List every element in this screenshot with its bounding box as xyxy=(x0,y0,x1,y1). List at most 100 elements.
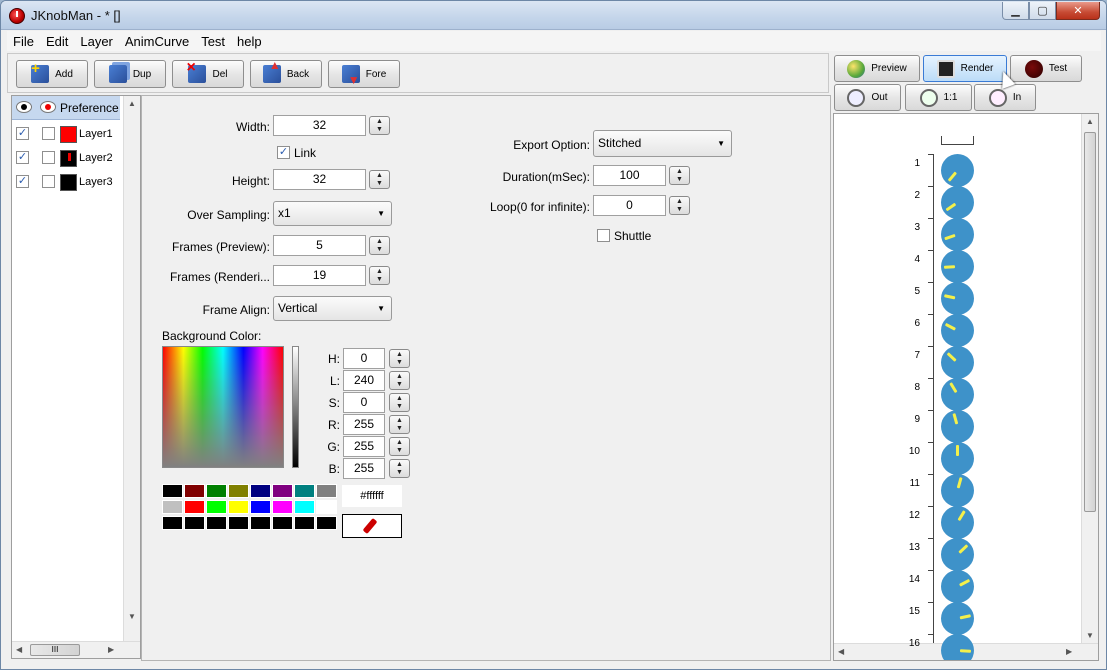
delete-layer-button[interactable]: Del xyxy=(172,59,244,88)
height-spinner[interactable]: ▲ ▼ xyxy=(369,170,390,189)
frames-render-field[interactable]: 19 xyxy=(273,265,366,286)
palette-swatch[interactable] xyxy=(250,484,271,498)
palette-swatch[interactable] xyxy=(184,484,205,498)
palette-swatch[interactable] xyxy=(206,516,227,530)
palette-swatch[interactable] xyxy=(272,484,293,498)
ruler-tick xyxy=(928,250,933,251)
menu-animcurve[interactable]: AnimCurve xyxy=(119,34,195,49)
palette-swatch[interactable] xyxy=(316,500,337,514)
close-button[interactable]: ✕ xyxy=(1056,2,1100,20)
hex-color-value[interactable]: #ffffff xyxy=(342,485,402,507)
oversampling-select[interactable]: x1 ▼ xyxy=(273,201,392,226)
l-field[interactable]: 240 xyxy=(343,370,385,391)
layer-solo-checkbox[interactable] xyxy=(42,127,55,140)
palette-swatch[interactable] xyxy=(294,516,315,530)
r-spinner[interactable]: ▲ ▼ xyxy=(389,415,410,434)
canvas-vertical-scrollbar[interactable]: ▲ ▼ xyxy=(1081,114,1098,644)
move-back-button[interactable]: Back xyxy=(250,58,322,88)
b-field[interactable]: 255 xyxy=(343,458,385,479)
frames-preview-spinner[interactable]: ▲ ▼ xyxy=(369,236,390,255)
eyedropper-button[interactable] xyxy=(342,514,402,538)
palette-swatch[interactable] xyxy=(206,500,227,514)
chevron-down-icon: ▼ xyxy=(377,209,385,218)
palette-swatch[interactable] xyxy=(228,484,249,498)
palette-swatch[interactable] xyxy=(250,500,271,514)
link-checkbox[interactable]: ✓ xyxy=(277,146,290,159)
width-field[interactable]: 32 xyxy=(273,115,366,136)
palette-swatch[interactable] xyxy=(206,484,227,498)
palette-swatch[interactable] xyxy=(316,516,337,530)
b-spinner[interactable]: ▲ ▼ xyxy=(389,459,410,478)
g-field[interactable]: 255 xyxy=(343,436,385,457)
r-field[interactable]: 255 xyxy=(343,414,385,435)
menu-test[interactable]: Test xyxy=(195,34,231,49)
frames-render-spinner[interactable]: ▲ ▼ xyxy=(369,266,390,285)
palette-swatch[interactable] xyxy=(272,516,293,530)
height-field[interactable]: 32 xyxy=(273,169,366,190)
layer-row[interactable]: ✓ Layer1 xyxy=(12,122,120,146)
zoom-in-button[interactable]: In xyxy=(974,84,1036,111)
layer-solo-checkbox[interactable] xyxy=(42,175,55,188)
export-option-select[interactable]: Stitched ▼ xyxy=(593,130,732,157)
loop-field[interactable]: 0 xyxy=(593,195,666,216)
color-spectrum-picker[interactable] xyxy=(162,346,284,468)
menu-help[interactable]: help xyxy=(231,34,268,49)
frame-number: 13 xyxy=(908,542,920,553)
shuttle-checkbox[interactable] xyxy=(597,229,610,242)
preference-row[interactable]: Preference xyxy=(12,96,120,120)
zoom-out-button[interactable]: Out xyxy=(834,84,901,111)
maximize-button[interactable]: ▢ xyxy=(1029,2,1056,20)
palette-swatch[interactable] xyxy=(316,484,337,498)
loop-spinner[interactable]: ▲ ▼ xyxy=(669,196,690,215)
minimize-button[interactable]: ▁ xyxy=(1002,2,1029,20)
layer-visible-checkbox[interactable]: ✓ xyxy=(16,175,29,188)
palette-swatch[interactable] xyxy=(162,500,183,514)
duration-field[interactable]: 100 xyxy=(593,165,666,186)
solo-eye-icon xyxy=(40,101,56,113)
palette-swatch[interactable] xyxy=(162,516,183,530)
l-spinner[interactable]: ▲ ▼ xyxy=(389,371,410,390)
s-field[interactable]: 0 xyxy=(343,392,385,413)
menu-layer[interactable]: Layer xyxy=(74,34,119,49)
luminance-slider[interactable] xyxy=(292,346,299,468)
test-button[interactable]: Test xyxy=(1010,55,1082,82)
palette-swatch[interactable] xyxy=(272,500,293,514)
oversampling-value: x1 xyxy=(278,206,291,220)
palette-swatch[interactable] xyxy=(294,500,315,514)
menu-file[interactable]: File xyxy=(7,34,40,49)
scroll-thumb[interactable] xyxy=(1084,132,1096,512)
palette-swatch[interactable] xyxy=(294,484,315,498)
g-spinner[interactable]: ▲ ▼ xyxy=(389,437,410,456)
palette-swatch[interactable] xyxy=(184,500,205,514)
s-spinner[interactable]: ▲ ▼ xyxy=(389,393,410,412)
layer-row[interactable]: ✓ Layer3 xyxy=(12,170,120,194)
palette-swatch[interactable] xyxy=(228,500,249,514)
layer-vertical-scrollbar[interactable]: ▲ ▼ xyxy=(123,96,140,641)
layer-horizontal-scrollbar[interactable]: ◀ III ▶ xyxy=(12,641,140,658)
move-fore-button[interactable]: Fore xyxy=(328,60,400,88)
knob-frame xyxy=(941,314,974,347)
h-field[interactable]: 0 xyxy=(343,348,385,369)
scroll-thumb[interactable]: III xyxy=(30,644,80,656)
ruler-tick xyxy=(928,634,933,635)
palette-swatch[interactable] xyxy=(250,516,271,530)
palette-swatch[interactable] xyxy=(228,516,249,530)
render-button[interactable]: Render xyxy=(923,55,1007,82)
zoom-actual-button[interactable]: 1:1 xyxy=(905,84,972,111)
layer-visible-checkbox[interactable]: ✓ xyxy=(16,127,29,140)
layer-visible-checkbox[interactable]: ✓ xyxy=(16,151,29,164)
preview-button[interactable]: Preview xyxy=(834,55,920,82)
width-spinner[interactable]: ▲ ▼ xyxy=(369,116,390,135)
layer-solo-checkbox[interactable] xyxy=(42,151,55,164)
frames-preview-field[interactable]: 5 xyxy=(273,235,366,256)
frame-align-select[interactable]: Vertical ▼ xyxy=(273,296,392,321)
add-layer-button[interactable]: Add xyxy=(16,60,88,88)
knob-frame xyxy=(941,410,974,443)
layer-row[interactable]: ✓ Layer2 xyxy=(12,146,120,170)
palette-swatch[interactable] xyxy=(162,484,183,498)
duration-spinner[interactable]: ▲ ▼ xyxy=(669,166,690,185)
menu-edit[interactable]: Edit xyxy=(40,34,74,49)
dup-layer-button[interactable]: Dup xyxy=(94,60,166,88)
palette-swatch[interactable] xyxy=(184,516,205,530)
h-spinner[interactable]: ▲ ▼ xyxy=(389,349,410,368)
